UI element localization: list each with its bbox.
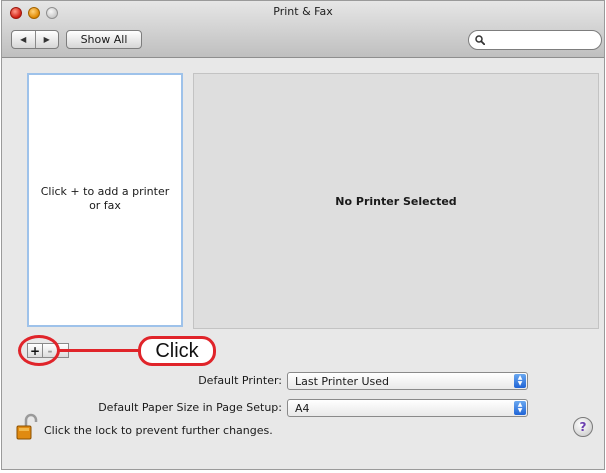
window-title: Print & Fax (273, 5, 333, 18)
magnifier-icon (475, 35, 485, 45)
open-lock-icon[interactable] (16, 413, 38, 441)
lock-instruction-text: Click the lock to prevent further change… (44, 424, 273, 437)
empty-list-hint: Click + to add a printer or fax (40, 185, 170, 212)
question-mark-icon: ? (579, 420, 587, 434)
default-printer-label: Default Printer: (198, 374, 282, 387)
forward-button[interactable]: ▶ (34, 31, 59, 48)
printer-list[interactable]: Click + to add a printer or fax (27, 73, 183, 327)
back-button[interactable]: ◀ (12, 31, 35, 48)
paper-size-label: Default Paper Size in Page Setup: (98, 401, 282, 414)
chevron-left-icon: ◀ (20, 35, 27, 44)
paper-size-popup[interactable]: A4 ▲ ▼ (287, 399, 528, 417)
default-printer-value: Last Printer Used (295, 375, 390, 388)
help-button[interactable]: ? (573, 417, 593, 437)
up-down-arrows-icon: ▲ ▼ (514, 374, 526, 388)
callout-label: Click (138, 336, 216, 366)
no-printer-message: No Printer Selected (335, 194, 457, 208)
paper-size-value: A4 (295, 402, 310, 415)
printer-detail-pane: No Printer Selected (193, 73, 599, 329)
title-bar: Print & Fax ◀ ▶ Show All (2, 1, 604, 58)
callout-highlight-circle (18, 335, 60, 366)
search-field[interactable] (468, 30, 602, 50)
callout-connector-line (59, 349, 141, 352)
back-forward-control: ◀ ▶ (11, 30, 59, 49)
default-printer-popup[interactable]: Last Printer Used ▲ ▼ (287, 372, 528, 390)
show-all-button[interactable]: Show All (66, 30, 142, 49)
chevron-right-icon: ▶ (43, 35, 50, 44)
print-fax-window: Print & Fax ◀ ▶ Show All Click + to add … (1, 0, 605, 470)
search-input[interactable] (489, 32, 589, 48)
up-down-arrows-icon: ▲ ▼ (514, 401, 526, 415)
